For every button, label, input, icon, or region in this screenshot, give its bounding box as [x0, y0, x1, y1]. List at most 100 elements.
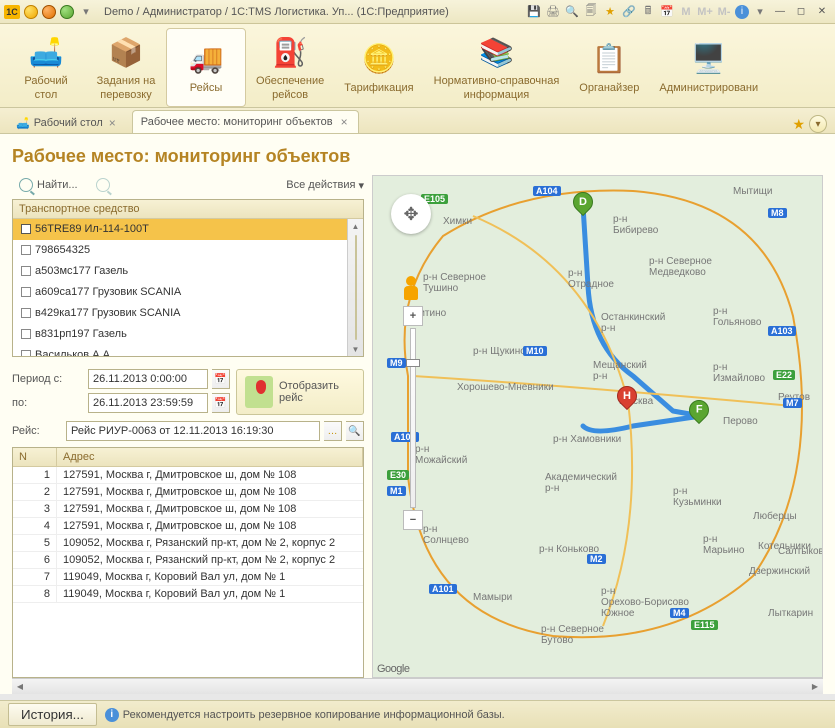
map-place-label: р-н Солнцево	[423, 524, 469, 546]
streetview-pegman-icon[interactable]	[397, 276, 425, 304]
zoom-slider[interactable]	[410, 328, 416, 508]
titlebar-circle-orange-icon[interactable]	[42, 5, 56, 19]
calendar-picker-icon[interactable]: 📅	[212, 393, 230, 413]
info-icon[interactable]: i	[735, 5, 749, 19]
vehicle-row[interactable]: в831рп197 Газель	[13, 324, 347, 345]
map-panel[interactable]: ХимкиМытищир-н Бибиревор-н Отрадноер-н С…	[372, 175, 823, 678]
home-tab-icon: 🛋️	[16, 117, 30, 130]
vehicle-row[interactable]: Васильков А.А.	[13, 345, 347, 356]
map-place-label: р-н Северное Тушино	[423, 272, 486, 294]
history-button[interactable]: История...	[8, 703, 97, 726]
compare-icon[interactable]: 🗐	[583, 4, 599, 20]
period-to-label: по:	[12, 397, 84, 409]
toolbar-tariff-button[interactable]: 🪙Тарификация	[334, 28, 423, 107]
map-marker[interactable]: F	[689, 400, 709, 428]
address-row[interactable]: 3127591, Москва г, Дмитровское ш, дом № …	[13, 501, 363, 518]
map-place-label: Академический р-н	[545, 472, 617, 494]
road-badge: A101	[429, 584, 457, 594]
period-to-input[interactable]: 26.11.2013 23:59:59	[88, 393, 208, 413]
address-row[interactable]: 6109052, Москва г, Рязанский пр-кт, дом …	[13, 552, 363, 569]
period-from-label: Период с:	[12, 373, 84, 385]
calendar-picker-icon[interactable]: 📅	[212, 369, 230, 389]
window-restore-button[interactable]: ◻	[792, 5, 810, 19]
vehicle-row[interactable]: а609са177 Грузовик SCANIA	[13, 282, 347, 303]
address-row[interactable]: 7119049, Москва г, Коровий Вал ул, дом №…	[13, 569, 363, 586]
road-badge: M2	[587, 554, 606, 564]
toolbar-routes-button[interactable]: 🚚Рейсы	[166, 28, 246, 107]
toolbar-tasks-button[interactable]: 📦Задания на перевозку	[86, 28, 166, 107]
toolbar-admin-button[interactable]: 🖥️Администрировани	[649, 28, 768, 107]
desktop-icon: 🛋️	[26, 33, 66, 71]
zoom-out-button[interactable]: −	[403, 510, 423, 530]
scroll-up-icon[interactable]: ▲	[348, 219, 363, 233]
calculator-icon[interactable]: 🖩	[640, 4, 656, 20]
address-row[interactable]: 5109052, Москва г, Рязанский пр-кт, дом …	[13, 535, 363, 552]
server-icon: 🖥️	[689, 40, 729, 78]
route-input[interactable]: Рейс РИУР-0063 от 12.11.2013 16:19:30	[66, 421, 320, 441]
clear-search-button[interactable]	[89, 175, 117, 195]
map-place-label: Люберцы	[753, 511, 797, 522]
scroll-right-icon[interactable]: ▶	[807, 679, 823, 694]
preview-icon[interactable]: 🔍	[564, 4, 580, 20]
address-row[interactable]: 1127591, Москва г, Дмитровское ш, дом № …	[13, 467, 363, 484]
memory-m-button[interactable]: M	[678, 4, 694, 20]
status-info-icon: i	[105, 708, 119, 722]
favorites-star-icon[interactable]: ★	[792, 116, 805, 133]
calendar-icon[interactable]: 📅	[659, 4, 675, 20]
save-icon[interactable]: 💾	[526, 4, 542, 20]
zoom-thumb[interactable]	[406, 359, 420, 367]
scroll-thumb[interactable]	[355, 235, 357, 340]
vehicle-list-scrollbar[interactable]: ▲ ▼	[347, 219, 363, 356]
boxes-icon: 📦	[106, 33, 146, 71]
zoom-in-button[interactable]: +	[403, 306, 423, 326]
route-select-icon[interactable]: …	[324, 421, 342, 441]
map-marker[interactable]: H	[617, 386, 637, 414]
titlebar-circle-yellow-icon[interactable]	[24, 5, 38, 19]
address-row[interactable]: 8119049, Москва г, Коровий Вал ул, дом №…	[13, 586, 363, 603]
scroll-left-icon[interactable]: ◀	[12, 679, 28, 694]
toolbar-reference-button[interactable]: 📚Нормативно-справочная информация	[424, 28, 570, 107]
scroll-down-icon[interactable]: ▼	[348, 342, 363, 356]
info-dropdown-icon[interactable]: ▾	[752, 4, 768, 20]
google-logo: Google	[377, 663, 409, 675]
window-close-button[interactable]: ✕	[813, 5, 831, 19]
horizontal-scrollbar[interactable]: ◀ ▶	[12, 678, 823, 694]
map-place-label: р-н Северное Медведково	[649, 256, 712, 278]
display-route-button[interactable]: Отобразить рейс	[236, 369, 364, 415]
address-row[interactable]: 2127591, Москва г, Дмитровское ш, дом № …	[13, 484, 363, 501]
link-icon[interactable]: 🔗	[621, 4, 637, 20]
memory-mplus-button[interactable]: M+	[697, 4, 713, 20]
all-actions-button[interactable]: Все действия ▾	[286, 179, 364, 192]
vehicle-row[interactable]: а503мс177 Газель	[13, 261, 347, 282]
print-icon[interactable]: 🖨	[545, 4, 561, 20]
vehicle-row[interactable]: 798654325	[13, 240, 347, 261]
titlebar-circle-green-icon[interactable]	[60, 5, 74, 19]
toolbar-organizer-button[interactable]: 📋Органайзер	[569, 28, 649, 107]
main-toolbar: 🛋️Рабочий стол 📦Задания на перевозку 🚚Ре…	[0, 24, 835, 108]
vehicle-row[interactable]: 56TRE89 Ил-114-100T	[13, 219, 347, 240]
road-badge: M8	[768, 208, 787, 218]
map-place-label: р-н Щукино	[473, 346, 526, 357]
tab-home[interactable]: 🛋️ Рабочий стол ×	[8, 113, 126, 133]
tab-monitoring[interactable]: Рабочее место: мониторинг объектов ×	[132, 110, 359, 133]
address-row[interactable]: 4127591, Москва г, Дмитровское ш, дом № …	[13, 518, 363, 535]
star-icon[interactable]: ★	[602, 4, 618, 20]
toolbar-desktop-button[interactable]: 🛋️Рабочий стол	[6, 28, 86, 107]
expand-all-tabs-button[interactable]: ▾	[809, 115, 827, 133]
close-icon[interactable]: ×	[339, 115, 350, 129]
road-badge: E115	[691, 620, 718, 630]
toolbar-supply-button[interactable]: ⛽Обеспечение рейсов	[246, 28, 334, 107]
period-from-input[interactable]: 26.11.2013 0:00:00	[88, 369, 208, 389]
titlebar-dropdown-icon[interactable]: ▾	[78, 4, 94, 20]
close-icon[interactable]: ×	[107, 116, 118, 130]
road-badge: A103	[768, 326, 796, 336]
map-place-label: Котельники	[758, 541, 811, 552]
map-marker[interactable]: D	[573, 192, 593, 220]
memory-mminus-button[interactable]: M-	[716, 4, 732, 20]
vehicle-row[interactable]: в429ка177 Грузовик SCANIA	[13, 303, 347, 324]
find-button[interactable]: Найти...	[12, 175, 85, 195]
map-pan-control[interactable]	[391, 194, 431, 234]
window-minimize-button[interactable]: —	[771, 5, 789, 19]
route-search-icon[interactable]: 🔍	[346, 421, 364, 441]
map-place-label: Мытищи	[733, 186, 773, 197]
